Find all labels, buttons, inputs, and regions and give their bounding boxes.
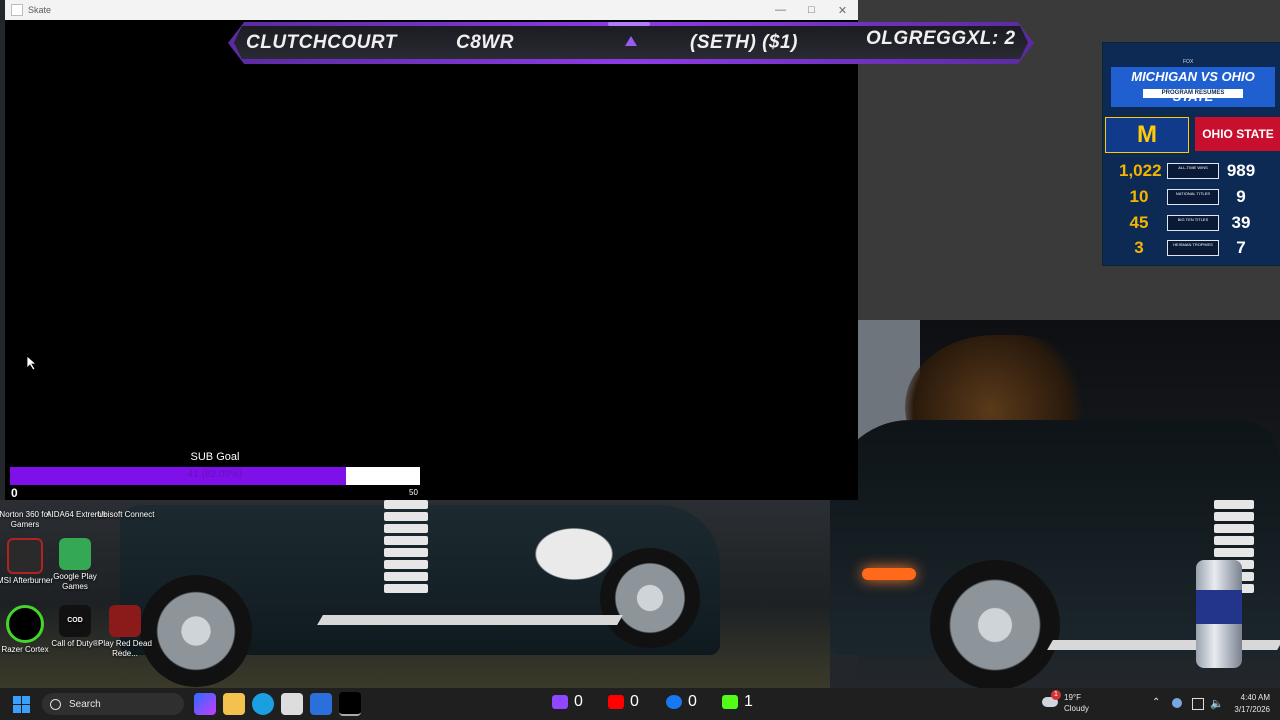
clock-date[interactable]: 3/17/2026 (1222, 705, 1270, 714)
team-right-score: OLGREGGXL: 2 (866, 28, 1016, 49)
weather-temp: 19°F (1064, 693, 1081, 702)
michigan-logo: M (1105, 117, 1189, 153)
sub-goal-label: SUB Goal (190, 451, 240, 463)
outlook-icon[interactable] (310, 693, 332, 715)
ubisoft-icon (110, 502, 142, 508)
sub-goal-min: 0 (11, 486, 18, 500)
stat-row: 45 BIG TEN TITLES 39 (1129, 213, 1251, 232)
aida64-icon (60, 502, 92, 508)
window-title: Skate (28, 5, 52, 15)
edge-icon[interactable] (252, 693, 274, 715)
score-accent-bar (608, 22, 650, 26)
search-icon (50, 698, 61, 710)
norton-icon (9, 502, 41, 508)
sub-goal-progress-text: 41 (82.00%) (187, 469, 243, 480)
stat-row: 3 HEISMAN TROPHIES 7 (1134, 238, 1246, 257)
start-button[interactable] (6, 689, 36, 719)
sponsor-decals (384, 500, 428, 610)
stat-row: 1,022 ALL-TIME WINS 989 (1119, 161, 1256, 180)
skate-window: Skate — □ ✕ (5, 0, 858, 500)
search-placeholder: Search (69, 698, 101, 710)
desktop-icon-red-dead[interactable]: Play Red Dead Rede... (95, 605, 155, 659)
red-dead-icon (109, 605, 141, 637)
sub-goal-progress-bar: 41 (82.00%) (10, 467, 420, 485)
app-icon (11, 4, 23, 16)
scoreboard-overlay: CLUTCHCOURT C8WR (SETH) ($1) OLGREGGXL: … (228, 22, 1034, 64)
skate-app-icon[interactable] (339, 692, 361, 716)
taskbar-search[interactable]: Search (42, 693, 184, 715)
weather-desc: Cloudy (1064, 704, 1089, 713)
maximize-button[interactable]: □ (796, 0, 827, 20)
energy-drink-can (1196, 560, 1242, 668)
call-of-duty-icon: COD (59, 605, 91, 637)
triangle-icon (625, 36, 637, 46)
copilot-icon[interactable] (194, 693, 216, 715)
kick-stat: 1 (722, 693, 753, 711)
google-play-games-icon (59, 538, 91, 570)
sub-goal-max: 50 (409, 488, 418, 497)
desktop-icon-google-play-games[interactable]: Google Play Games (45, 538, 105, 592)
razer-cortex-icon (6, 605, 44, 643)
chevron-up-icon[interactable]: ⌃ (1152, 697, 1160, 708)
rivalry-graphic: FOX MICHIGAN VS OHIO STATE PROGRAM RESUM… (1102, 42, 1280, 266)
graphic-title: MICHIGAN VS OHIO STATE (1111, 67, 1275, 107)
store-icon[interactable] (281, 693, 303, 715)
display-icon[interactable] (1192, 698, 1204, 710)
twitch-icon (552, 695, 568, 709)
file-explorer-icon[interactable] (223, 693, 245, 715)
kick-icon (722, 695, 738, 709)
stat-row: 10 NATIONAL TITLES 9 (1129, 187, 1246, 206)
game-viewport[interactable] (5, 20, 858, 500)
player-left-name: C8WR (456, 32, 514, 53)
minimize-button[interactable]: — (765, 0, 796, 20)
close-button[interactable]: ✕ (827, 0, 858, 20)
wager-text: (SETH) ($1) (690, 32, 798, 53)
youtube-stat: 0 (608, 693, 639, 711)
network-icon[interactable] (1172, 698, 1182, 708)
graphic-subtitle: PROGRAM RESUMES (1143, 89, 1243, 98)
wolf-decal (530, 510, 640, 590)
weather-badge: 1 (1051, 690, 1061, 700)
msi-afterburner-icon (7, 538, 43, 574)
window-titlebar[interactable]: Skate — □ ✕ (5, 0, 858, 20)
twitch-stat: 0 (552, 693, 583, 711)
facebook-icon (666, 695, 682, 709)
youtube-icon (608, 695, 624, 709)
team-left-name: CLUTCHCOURT (246, 32, 397, 53)
weather-widget[interactable]: 1 (1042, 690, 1062, 710)
graphic-brand: FOX (1183, 59, 1194, 65)
desktop-icon-ubisoft[interactable]: Ubisoft Connect (96, 502, 156, 520)
facebook-stat: 0 (666, 693, 697, 711)
ohio-state-logo: OHIO STATE (1195, 117, 1280, 151)
mouse-cursor-icon (27, 356, 37, 370)
clock-time[interactable]: 4:40 AM (1228, 693, 1270, 702)
